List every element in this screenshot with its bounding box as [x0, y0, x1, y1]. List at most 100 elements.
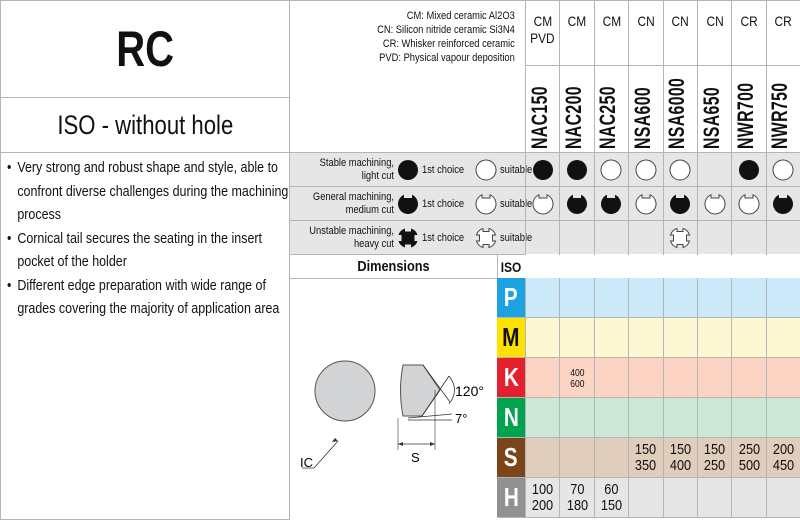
cutting-speed-cell	[697, 358, 732, 398]
suitability-cell	[765, 187, 800, 221]
grade-name: NWR700	[732, 66, 765, 153]
first-choice-notch-icon	[773, 194, 794, 214]
product-subtitle: ISO - without hole	[0, 97, 290, 153]
cutting-speed-cell: 400 600	[559, 358, 594, 398]
cutting-speed-cell	[525, 438, 560, 478]
insert-side-view	[400, 364, 441, 417]
suitability-cell	[559, 153, 593, 187]
grade-type: CN	[698, 1, 732, 66]
suitability-cell	[628, 221, 662, 255]
cutting-speed-cell: 200 450	[765, 438, 800, 478]
cutting-speed-value: 250	[738, 440, 760, 458]
grade-column-nsa600: CN NSA600	[628, 0, 663, 152]
machining-row: General machining, medium cut 1st choice su…	[290, 186, 800, 221]
grade-coating-text: PVD	[530, 30, 555, 46]
subtitle-text: ISO - without hole	[57, 109, 233, 140]
suitability-cell	[559, 221, 593, 255]
cutting-speed-cell	[628, 478, 663, 518]
cutting-speed-cell	[731, 358, 766, 398]
cutting-speed-cell: 100 200	[525, 478, 560, 518]
first-choice-notch-icon	[567, 194, 588, 214]
first-choice-notch-icon	[398, 194, 418, 214]
machining-label-line: medium cut	[345, 204, 394, 216]
legend-cn: CN: Silicon nitride ceramic Si3N4	[377, 24, 515, 36]
first-choice-circle-icon	[567, 160, 588, 180]
suitable-cross-icon	[670, 227, 691, 249]
iso-letter: K	[503, 362, 519, 392]
grade-type: CN	[629, 1, 663, 66]
cutting-speed-cell	[765, 478, 800, 518]
iso-group-k: K	[497, 358, 525, 398]
cutting-speed-cell	[593, 358, 629, 398]
cutting-speed-cell	[525, 358, 560, 398]
machining-label-line: light cut	[361, 170, 394, 182]
grade-column-nsa6000: CN NSA6000	[662, 0, 697, 152]
iso-letter: N	[503, 402, 519, 432]
cutting-speed-cell	[662, 478, 697, 518]
cutting-speed-cell	[559, 438, 594, 478]
feature-item: Cornical tail secures the seating in the…	[7, 228, 291, 275]
dimensions-header: Dimensions	[290, 254, 497, 279]
cutting-speed-value: 600	[569, 379, 585, 390]
grade-name: NAC150	[526, 66, 559, 153]
grade-type: CN	[663, 1, 697, 66]
feature-list: Very strong and robust shape and style, …	[0, 152, 290, 520]
suitability-cell	[765, 221, 800, 255]
suitability-cell	[525, 221, 559, 255]
grade-name: NAC250	[595, 66, 628, 153]
iso-group-h: H	[497, 478, 525, 518]
suitability-cell	[731, 187, 765, 221]
suitable-circle-icon	[635, 159, 657, 181]
grade-type: CM	[594, 1, 629, 66]
cutting-speed-cell	[731, 398, 766, 438]
dimensions-drawing: IC 120° 7° S	[290, 278, 497, 520]
grade-name-text: NSA600	[629, 86, 655, 149]
cutting-speed-cell	[662, 358, 697, 398]
title-text: RC	[116, 21, 174, 77]
first-choice-label: 1st choice	[422, 232, 465, 244]
cutting-speed-value: 100	[532, 480, 554, 498]
grade-column-nwr750: CR NWR750	[765, 0, 800, 152]
legend-cr: CR: Whisker reinforced ceramic	[382, 38, 515, 50]
cutting-speed-cell: 250 500	[731, 438, 766, 478]
grade-type-text: CN	[671, 13, 689, 29]
grade-type: CR	[732, 1, 766, 66]
suitability-cell	[731, 153, 765, 187]
cutting-speed-value: 250	[704, 456, 726, 474]
legend-cm: CM: Mixed ceramic Al2O3	[406, 10, 515, 22]
grade-type: CM PVD	[526, 1, 560, 66]
cutting-speed-cell	[765, 318, 800, 358]
suitable-notch-icon	[704, 194, 726, 215]
cutting-speed-value: 450	[772, 456, 795, 474]
cutting-speed-cell: 60 150	[593, 478, 629, 518]
feature-item: Very strong and robust shape and style, …	[7, 157, 291, 228]
cutting-speed-value: 200	[772, 440, 795, 458]
grade-type: CM	[560, 1, 594, 66]
iso-group-s: S	[497, 438, 525, 478]
cutting-speed-cell	[697, 398, 732, 438]
machining-label: General machining, medium cut	[290, 187, 394, 221]
suitable-circle-icon	[669, 159, 691, 181]
iso-letter: P	[504, 282, 518, 312]
first-choice-label: 1st choice	[422, 164, 465, 176]
angle-120-label: 120°	[455, 383, 484, 399]
grade-name: NSA650	[698, 66, 731, 153]
cutting-speed-cell	[628, 278, 663, 318]
suitability-cell	[765, 153, 800, 187]
grade-column-nwr700: CR NWR700	[731, 0, 766, 153]
suitability-cell	[697, 153, 731, 187]
iso-header: ISO	[497, 254, 525, 279]
cutting-speed-cell	[697, 478, 732, 518]
grade-name-text: NAC200	[561, 86, 587, 149]
cutting-speed-cell	[731, 278, 766, 318]
suitability-cell	[662, 221, 697, 255]
cutting-speed-cell	[628, 318, 663, 358]
cutting-speed-cell	[559, 278, 594, 318]
cutting-speed-cell	[628, 398, 663, 438]
suitable-circle-icon	[475, 159, 497, 181]
grade-type-text: CM	[567, 13, 587, 29]
cutting-speed-value: 150	[669, 440, 691, 458]
first-choice-circle-icon	[532, 160, 553, 180]
cutting-speed-cell: 150 400	[662, 438, 697, 478]
grade-column-nsa650: CN NSA650	[697, 0, 732, 153]
